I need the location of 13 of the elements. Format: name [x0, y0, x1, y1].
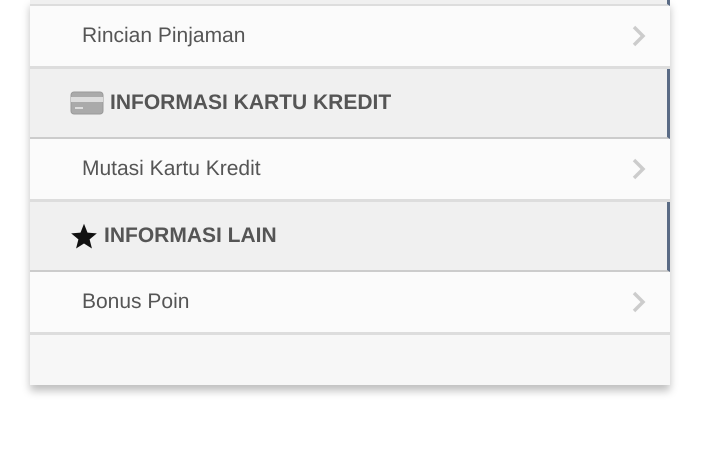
menu-item-label: Rincian Pinjaman	[82, 24, 246, 48]
menu-item[interactable]: Rincian Pinjaman	[30, 6, 670, 69]
chevron-right-icon	[632, 25, 646, 47]
section-title: INFORMASI LAIN	[104, 224, 277, 248]
menu-item-label: Bonus Poin	[82, 290, 190, 314]
section-title: INFORMASI KARTU KREDIT	[110, 91, 392, 115]
credit-card-icon	[70, 91, 104, 115]
star-icon	[70, 222, 98, 250]
chevron-right-icon	[632, 291, 646, 313]
chevron-right-icon	[632, 158, 646, 180]
menu-item[interactable]: Mutasi Kartu Kredit	[30, 139, 670, 202]
menu-item-label: Mutasi Kartu Kredit	[82, 157, 262, 181]
menu-item[interactable]: Bonus Poin	[30, 272, 670, 335]
